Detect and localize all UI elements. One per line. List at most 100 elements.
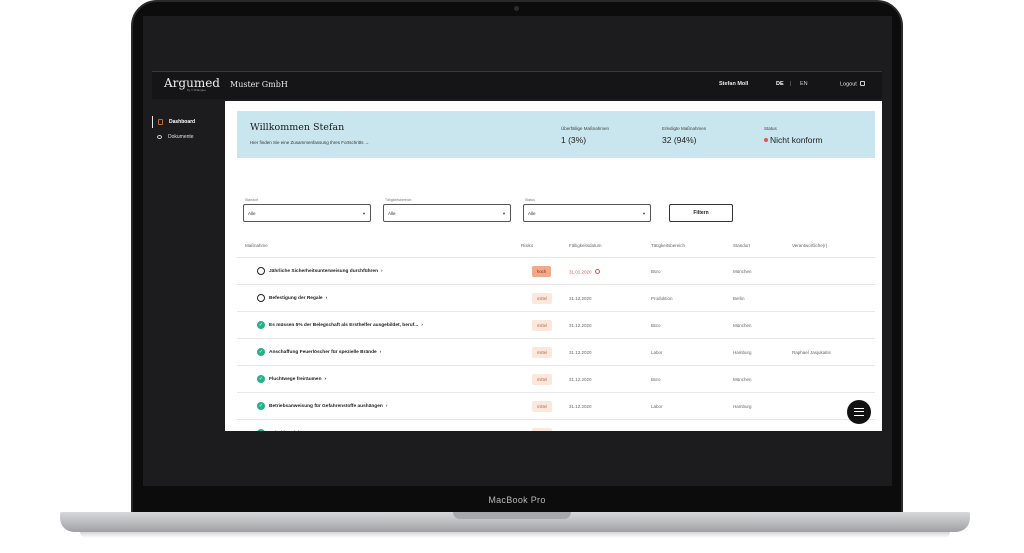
status-filter-value: Alle bbox=[528, 211, 536, 216]
logout-button[interactable]: Logout bbox=[840, 81, 865, 88]
table-row[interactable]: Befestigung der Regale › mittel 31.12.2020 P… bbox=[237, 284, 875, 311]
eye-icon bbox=[157, 135, 162, 139]
company-name: Muster GmbH bbox=[230, 80, 288, 89]
chevron-down-icon: ▼ bbox=[642, 211, 646, 216]
task-name[interactable]: Jährliche Sicherheitsunterweisung durchf… bbox=[269, 269, 383, 274]
chevron-right-icon: › bbox=[324, 377, 327, 382]
status-dot-icon bbox=[764, 138, 768, 142]
logo-subtitle: by © Dialogue bbox=[187, 88, 206, 92]
chevron-right-icon: › bbox=[381, 269, 383, 274]
risk-badge: mittel bbox=[532, 347, 553, 358]
location-cell: München bbox=[733, 323, 752, 328]
table-row[interactable]: ✓ Betriebsanweisung für Gefahrenstoffe au… bbox=[237, 392, 875, 419]
table-row[interactable]: ✓Kabel bündeln›mittel31.12.2020BüroMünch… bbox=[237, 419, 875, 431]
chevron-down-icon: ▼ bbox=[502, 211, 506, 216]
camera bbox=[514, 6, 519, 11]
open-circle-icon[interactable] bbox=[257, 294, 265, 302]
task-name[interactable]: Anschaffung Feuerlöscher für spezielle B… bbox=[269, 350, 381, 355]
bereich-label: Tätigkeitsbereich bbox=[385, 198, 412, 202]
due-date-text: 31.12.2020 bbox=[569, 404, 592, 409]
check-circle-icon[interactable]: ✓ bbox=[257, 375, 265, 383]
area-cell: Produktion bbox=[651, 296, 673, 301]
sidebar-item-dokumente[interactable]: Dokumente bbox=[152, 131, 222, 143]
welcome-banner: Willkommen Stefan Hier finden Sie eine Z… bbox=[237, 111, 875, 158]
location-cell: München bbox=[733, 269, 752, 274]
chat-icon bbox=[854, 408, 864, 416]
check-circle-icon[interactable]: ✓ bbox=[257, 429, 265, 431]
header-standort[interactable]: Standort bbox=[733, 243, 750, 248]
task-label: Befestigung der Regale bbox=[269, 296, 323, 301]
filter-button[interactable]: Filtern bbox=[669, 204, 733, 222]
lang-en[interactable]: EN bbox=[800, 81, 808, 87]
header-massnahme[interactable]: Maßnahme bbox=[245, 243, 268, 248]
status-label: Status bbox=[764, 126, 777, 131]
chevron-right-icon: › bbox=[385, 404, 388, 409]
due-date-text: 31.12.2020 bbox=[569, 350, 592, 355]
done-value: 32 (94%) bbox=[662, 135, 697, 145]
status-select[interactable]: Alle ▼ bbox=[523, 204, 651, 222]
task-name[interactable]: Befestigung der Regale › bbox=[269, 296, 327, 301]
due-date-text: 31.12.2020 bbox=[569, 323, 592, 328]
risk-badge: mittel bbox=[532, 374, 553, 385]
table-row[interactable]: ✓ Es müssen 5% der Belegschaft als Ersthe… bbox=[237, 311, 875, 338]
location-cell: Hamburg bbox=[733, 350, 752, 355]
done-label: Erledigte Maßnahmen bbox=[662, 126, 707, 131]
chevron-right-icon: › bbox=[421, 323, 423, 328]
standort-label: Standort bbox=[245, 198, 259, 202]
chevron-right-icon: › bbox=[325, 296, 328, 301]
task-label: Anschaffung Feuerlöscher für spezielle B… bbox=[269, 350, 377, 355]
header-bereich[interactable]: Tätigkeitsbereich bbox=[651, 243, 685, 248]
task-label: Jährliche Sicherheitsunterweisung durchf… bbox=[269, 269, 379, 274]
location-cell: München bbox=[733, 377, 752, 382]
laptop-notch bbox=[453, 512, 571, 519]
check-circle-icon[interactable]: ✓ bbox=[257, 348, 265, 356]
open-circle-icon[interactable] bbox=[257, 267, 265, 275]
laptop-shadow bbox=[80, 532, 950, 538]
standort-select[interactable]: Alle ▼ bbox=[243, 204, 371, 222]
owner-cell: Raphael Jasjukaitis bbox=[792, 350, 831, 355]
header-faellig[interactable]: Fälligkeitsdatum bbox=[569, 243, 602, 248]
check-circle-icon[interactable]: ✓ bbox=[257, 321, 265, 329]
due-date: 31.12.2020 bbox=[569, 350, 592, 355]
lang-separator: | bbox=[790, 81, 792, 87]
location-cell: Hamburg bbox=[733, 404, 752, 409]
summary-link[interactable]: Hier finden Sie eine Zusammenfassung Ihr… bbox=[250, 140, 369, 145]
risk-badge: mittel bbox=[532, 293, 553, 304]
task-name[interactable]: Es müssen 5% der Belegschaft als Ersthel… bbox=[269, 323, 423, 328]
bereich-select[interactable]: Alle ▼ bbox=[383, 204, 511, 222]
standort-value: Alle bbox=[248, 211, 256, 216]
due-date-text: 31.01.2020 bbox=[569, 269, 592, 275]
logout-label: Logout bbox=[840, 81, 857, 88]
user-name[interactable]: Stefan Moll bbox=[719, 81, 748, 87]
overdue-label: Überfällige Maßnahmen bbox=[561, 126, 610, 131]
check-circle-icon[interactable]: ✓ bbox=[257, 402, 265, 410]
table-row[interactable]: ✓ Fluchtwege freiräumen › mittel 31.12.2020 B… bbox=[237, 365, 875, 392]
status-filter-label: Status bbox=[525, 198, 535, 202]
due-date: 31.12.2020 bbox=[569, 323, 592, 328]
task-name[interactable]: Fluchtwege freiräumen › bbox=[269, 377, 326, 382]
header-risiko[interactable]: Risiko bbox=[521, 243, 533, 248]
chevron-down-icon: ▼ bbox=[362, 211, 366, 216]
task-label: Betriebsanweisung für Gefahrenstoffe aus… bbox=[269, 404, 383, 409]
task-name[interactable]: Betriebsanweisung für Gefahrenstoffe aus… bbox=[269, 404, 387, 409]
chevron-right-icon: › bbox=[379, 350, 382, 355]
sidebar-item-label: Dokumente bbox=[168, 134, 194, 140]
risk-badge: mittel bbox=[532, 320, 553, 331]
welcome-title: Willkommen Stefan bbox=[250, 122, 345, 133]
risk-badge: mittel bbox=[532, 428, 553, 431]
area-cell: Büro bbox=[651, 323, 661, 328]
overdue-value: 1 (3%) bbox=[561, 135, 587, 145]
app-header: Argumed by © Dialogue Muster GmbH Stefan… bbox=[152, 71, 882, 99]
sidebar-item-dashboard[interactable]: Dashboard bbox=[152, 116, 222, 128]
table-row[interactable]: ✓ Anschaffung Feuerlöscher für spezielle … bbox=[237, 338, 875, 365]
chat-button[interactable] bbox=[847, 400, 871, 424]
due-date: 31.12.2020 bbox=[569, 296, 592, 301]
table-row[interactable]: Jährliche Sicherheitsunterweisung durchf… bbox=[237, 257, 875, 284]
task-label: Es müssen 5% der Belegschaft als Ersthel… bbox=[269, 323, 419, 328]
clipboard-icon bbox=[158, 119, 163, 125]
lang-de[interactable]: DE bbox=[776, 81, 784, 87]
area-cell: Büro bbox=[651, 269, 661, 274]
risk-badge: hoch bbox=[532, 266, 552, 277]
sidebar-item-label: Dashboard bbox=[169, 119, 196, 125]
header-verantwortlich[interactable]: Verantwortliche(r) bbox=[792, 243, 827, 248]
